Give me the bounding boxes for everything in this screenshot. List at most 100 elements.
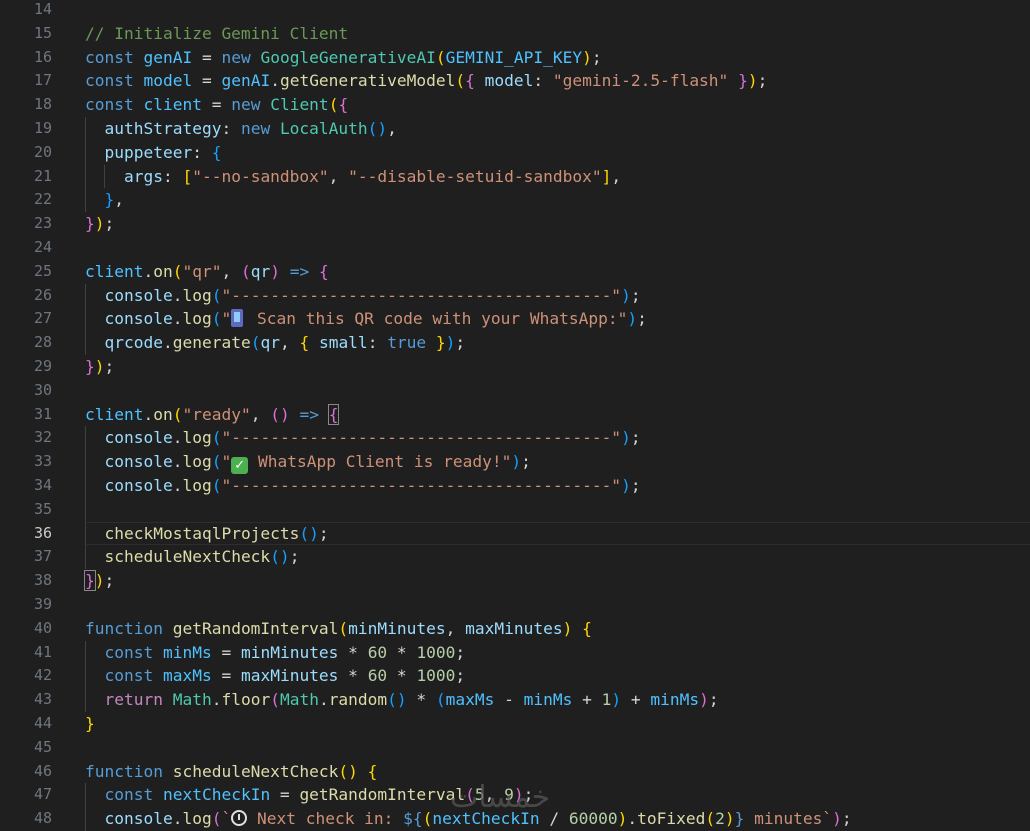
- clock-emoji-icon: [231, 810, 248, 827]
- line-number: 23: [33, 214, 52, 233]
- code-token: ): [832, 809, 842, 829]
- code-token: args: [123, 166, 163, 186]
- code-line[interactable]: 17 const model = genAI.getGenerativeModel…: [0, 69, 1030, 93]
- code-token: Scan this QR code with your WhatsApp:": [247, 309, 628, 329]
- code-token: ): [621, 476, 631, 495]
- code-token: ;: [318, 523, 329, 543]
- code-line[interactable]: 15 // Initialize Gemini Client: [0, 22, 1030, 46]
- code-token: .: [211, 690, 222, 710]
- code-line[interactable]: 41 const minMs = minMinutes * 60 * 1000;: [0, 640, 1030, 665]
- code-line[interactable]: 42 const maxMs = maxMinutes * 60 * 1000;: [0, 664, 1030, 689]
- code-line[interactable]: 22 },: [0, 188, 1030, 213]
- code-token: new: [240, 119, 280, 138]
- code-token: maxMinutes: [465, 618, 563, 638]
- code-text: const model = genAI.getGenerativeModel({…: [85, 69, 767, 93]
- code-line[interactable]: 28 qrcode.generate(qr, { small: true });: [0, 331, 1030, 355]
- code-token: ;: [591, 47, 602, 67]
- code-line[interactable]: 24: [0, 236, 1030, 260]
- code-token: :: [367, 333, 388, 353]
- code-line[interactable]: 18 const client = new Client({: [0, 93, 1030, 117]
- code-line[interactable]: 37 scheduleNextCheck();: [0, 545, 1030, 570]
- code-line[interactable]: 32 console.log("------------------------…: [0, 426, 1030, 451]
- code-line[interactable]: 16 const genAI = new GoogleGenerativeAI(G…: [0, 46, 1030, 70]
- code-token: 2: [715, 809, 725, 829]
- code-token: (: [250, 333, 261, 353]
- line-number: 16: [33, 47, 52, 66]
- code-line[interactable]: 26 console.log("------------------------…: [0, 283, 1030, 308]
- code-token: +: [572, 690, 602, 710]
- code-line[interactable]: 31 client.on("ready", () => {: [0, 403, 1030, 427]
- line-number: 29: [33, 357, 52, 375]
- code-token: (: [338, 618, 349, 638]
- code-line[interactable]: 34 console.log("------------------------…: [0, 474, 1030, 498]
- check-mark-emoji-icon: ✓: [231, 457, 249, 475]
- code-text: checkMostaqlProjects();: [85, 522, 329, 546]
- code-line[interactable]: 45: [0, 736, 1030, 760]
- line-number: 32: [33, 428, 52, 447]
- code-token: 60000: [568, 809, 618, 829]
- code-text: const client = new Client({: [85, 93, 348, 117]
- code-line[interactable]: 40 function getRandomInterval(minMinutes,…: [0, 617, 1030, 641]
- code-line[interactable]: 30: [0, 379, 1030, 403]
- code-token: "ready": [182, 404, 251, 424]
- code-text: });: [85, 212, 114, 236]
- line-number: 37: [33, 547, 52, 566]
- code-text: }: [85, 712, 95, 736]
- code-token: ): [621, 428, 631, 448]
- code-line[interactable]: 25 client.on("qr", (qr) => {: [0, 260, 1030, 284]
- code-token: console: [104, 428, 173, 448]
- code-token: {: [318, 261, 329, 281]
- code-line[interactable]: 44}: [0, 712, 1030, 736]
- code-token: ;: [630, 285, 641, 305]
- line-number: 38: [33, 571, 52, 590]
- line-number: 26: [33, 285, 52, 304]
- code-token: GEMINI_API_KEY: [445, 47, 583, 67]
- code-line[interactable]: 38});: [0, 569, 1030, 593]
- code-text: // Initialize Gemini Client: [85, 22, 348, 46]
- code-token: =: [201, 95, 232, 115]
- code-line[interactable]: 43 return Math.floor(Math.random() * (ma…: [0, 688, 1030, 712]
- code-token: (): [270, 547, 290, 567]
- line-number: 35: [33, 499, 52, 518]
- code-line[interactable]: 19 authStrategy: new LocalAuth(),: [0, 117, 1030, 141]
- code-token: `: [221, 809, 232, 829]
- code-token: minMs: [650, 690, 700, 710]
- code-line[interactable]: 23});: [0, 212, 1030, 236]
- code-token: qr: [250, 261, 271, 281]
- code-line[interactable]: 20 puppeteer: {: [0, 140, 1030, 165]
- code-line[interactable]: 29});: [0, 355, 1030, 379]
- code-token: qrcode: [104, 333, 163, 353]
- code-token: .: [143, 261, 154, 281]
- code-token: const: [104, 666, 163, 686]
- code-token: qr: [260, 333, 280, 353]
- code-line[interactable]: 36 checkMostaqlProjects();: [0, 521, 1030, 546]
- line-number: 21: [33, 166, 52, 185]
- code-editor[interactable]: 14 15 // Initialize Gemini Client 16 const g…: [0, 0, 1030, 831]
- code-line[interactable]: 33 console.log(" ✓ WhatsApp Client is rea…: [0, 450, 1030, 475]
- code-token: {: [327, 403, 340, 425]
- code-line[interactable]: 21 args: ["--no-sandbox", "--disable-set…: [0, 164, 1030, 189]
- code-token: ;: [841, 809, 852, 829]
- code-token: ;: [104, 357, 115, 376]
- code-text: console.log("---------------------------…: [85, 474, 641, 498]
- code-token: ): [617, 809, 628, 829]
- code-text: scheduleNextCheck();: [85, 545, 300, 569]
- code-token: new: [231, 95, 271, 115]
- code-token: authStrategy: [104, 119, 222, 138]
- code-token: "qr": [182, 261, 222, 281]
- code-line[interactable]: 35: [0, 497, 1030, 522]
- code-token: GoogleGenerativeAI: [260, 47, 436, 67]
- code-line[interactable]: 14: [0, 0, 1030, 22]
- code-line[interactable]: 39: [0, 593, 1030, 617]
- code-token: log: [182, 476, 212, 495]
- code-line[interactable]: 27 console.log(" Scan this QR code with …: [0, 307, 1030, 332]
- code-token: +: [621, 690, 651, 710]
- code-token: (: [328, 95, 339, 115]
- code-token: (: [422, 809, 433, 829]
